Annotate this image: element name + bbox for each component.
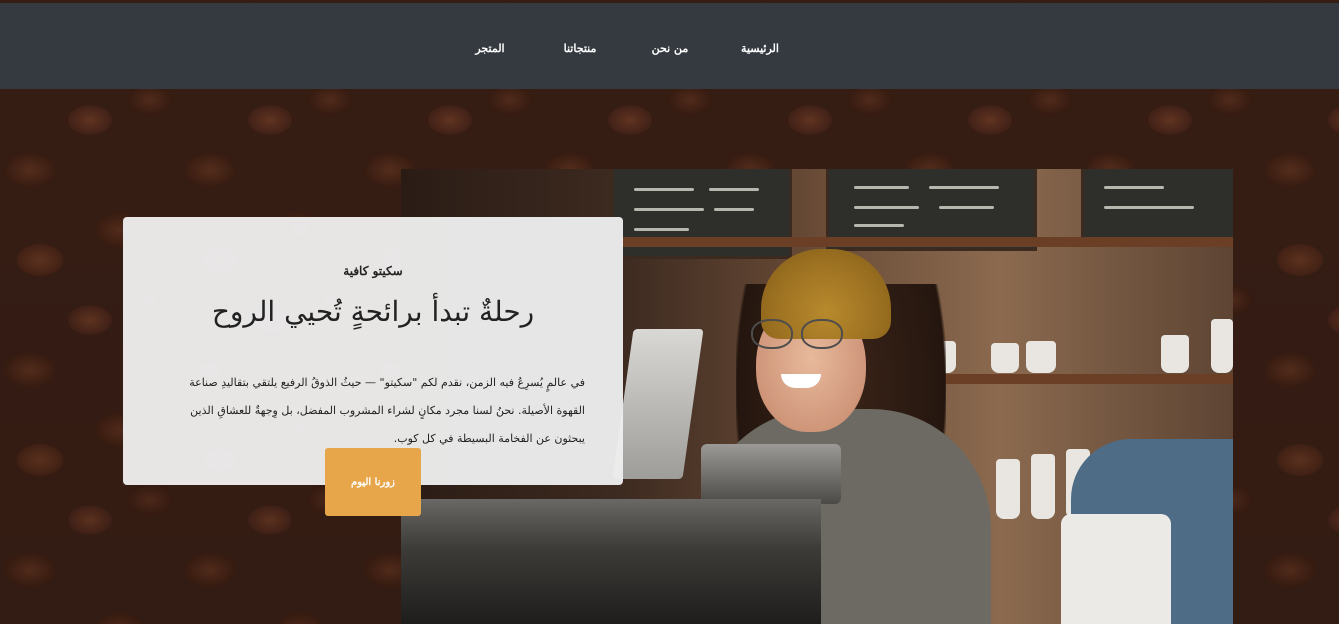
nav-item-home[interactable]: الرئيسية bbox=[741, 42, 779, 55]
nav-item-store[interactable]: المتجر bbox=[475, 42, 504, 55]
hero-description: في عالمٍ يُسرِعُ فيه الزمن، نقدم لكم "سك… bbox=[189, 376, 585, 445]
cup bbox=[991, 343, 1019, 373]
cup bbox=[1161, 335, 1189, 373]
visit-today-button[interactable]: زورنا اليوم bbox=[325, 448, 421, 516]
hero-card: سكيتو كافية رحلةٌ تبدأ برائحةٍ تُحيي الر… bbox=[123, 217, 623, 485]
nav-item-products[interactable]: منتجاتنا bbox=[564, 42, 597, 55]
navbar: الرئيسية من نحن منتجاتنا المتجر bbox=[0, 3, 1339, 89]
cup bbox=[1026, 341, 1056, 373]
chalkboard-right bbox=[1081, 169, 1233, 243]
brand-name: سكيتو كافية bbox=[343, 264, 403, 278]
hero-headline: رحلةٌ تبدأ برائحةٍ تُحيي الروح bbox=[211, 295, 535, 328]
espresso-machine bbox=[701, 444, 841, 504]
nav-item-store-slot: المتجر bbox=[445, 37, 535, 56]
glasses-icon bbox=[751, 319, 851, 349]
nav-menu: الرئيسية من نحن منتجاتنا المتجر bbox=[445, 3, 805, 89]
cup bbox=[1211, 319, 1233, 373]
cup bbox=[1031, 454, 1055, 519]
counter bbox=[401, 499, 821, 624]
nav-item-about-slot: من نحن bbox=[625, 37, 715, 56]
page: الرئيسية من نحن منتجاتنا المتجر سكيتو كا… bbox=[0, 0, 1339, 624]
nav-item-products-slot: منتجاتنا bbox=[535, 37, 625, 56]
nav-item-about[interactable]: من نحن bbox=[652, 42, 689, 55]
cup bbox=[996, 459, 1020, 519]
white-cup bbox=[1061, 514, 1171, 624]
shelf-top bbox=[621, 237, 1233, 247]
nav-item-home-slot: الرئيسية bbox=[715, 37, 805, 56]
